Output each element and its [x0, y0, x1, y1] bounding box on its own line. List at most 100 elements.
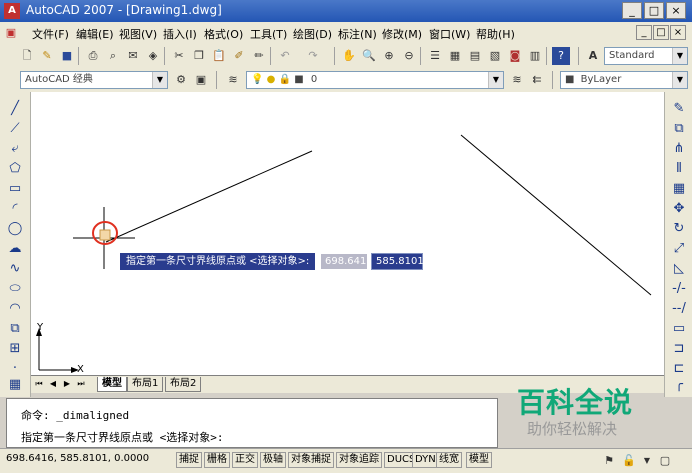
scale-tool-icon[interactable]: ⤢ [670, 240, 688, 258]
ellipse-arc-icon[interactable]: ◠ [6, 300, 24, 318]
drawing-canvas[interactable]: Y X [31, 92, 664, 375]
menu-window[interactable]: 窗口(W) [429, 26, 470, 42]
markup-icon[interactable]: ◙ [506, 47, 524, 65]
menu-draw[interactable]: 绘图(D) [293, 26, 332, 42]
make-block-icon[interactable]: ⊞ [6, 340, 24, 358]
workspace-settings-icon[interactable]: ⚙ [172, 71, 190, 89]
lineweight-toggle[interactable]: 线宽 [436, 452, 462, 468]
command-window[interactable]: 命令: _dimaligned 指定第一条尺寸界线原点或 <选择对象>: [6, 398, 498, 448]
menu-tools[interactable]: 工具(T) [250, 26, 287, 42]
open-folder-icon[interactable]: ✎ [38, 47, 56, 65]
workspace-dropdown[interactable]: AutoCAD 经典 ▼ [20, 71, 168, 89]
rotate-tool-icon[interactable]: ↻ [670, 220, 688, 238]
close-button[interactable]: × [666, 2, 686, 19]
save-icon[interactable]: ■ [58, 47, 76, 65]
fillet-tool-icon[interactable]: ╭ [670, 376, 688, 394]
last-tab-icon[interactable]: ⏭ [75, 378, 87, 390]
dyn-toggle[interactable]: DYN [412, 452, 439, 468]
menu-edit[interactable]: 编辑(E) [76, 26, 114, 42]
clean-screen-icon[interactable]: ▢ [656, 452, 674, 470]
menu-modify[interactable]: 修改(M) [382, 26, 422, 42]
revision-cloud-icon[interactable]: ☁ [6, 240, 24, 258]
zoom-window-icon[interactable]: ⊕ [380, 47, 398, 65]
save-workspace-icon[interactable]: ▣ [192, 71, 210, 89]
drawn-line-1[interactable] [105, 150, 313, 243]
cut-icon[interactable]: ✂ [170, 47, 188, 65]
doc-restore-button[interactable]: □ [653, 25, 669, 40]
command-prompt-line[interactable]: 指定第一条尺寸界线原点或 <选择对象>: [21, 429, 224, 445]
arc-tool-icon[interactable]: ◜ [6, 200, 24, 218]
tab-layout1[interactable]: 布局1 [127, 377, 164, 392]
coordinate-readout[interactable]: 698.6416, 585.8101, 0.0000 [6, 453, 149, 464]
match-properties-icon[interactable]: ✐ [230, 47, 248, 65]
osnap-toggle[interactable]: 对象捕捉 [288, 452, 334, 468]
ortho-toggle[interactable]: 正交 [232, 452, 258, 468]
plot-preview-icon[interactable]: ⌕ [104, 47, 122, 65]
spline-tool-icon[interactable]: ∿ [6, 260, 24, 278]
layer-dropdown[interactable]: 💡 ● 🔒 ■ 0 ▼ [246, 71, 504, 89]
communication-center-icon[interactable]: ⚑ [600, 452, 618, 470]
snap-toggle[interactable]: 捕捉 [176, 452, 202, 468]
menu-dimension[interactable]: 标注(N) [338, 26, 377, 42]
drawn-line-2[interactable] [460, 134, 652, 296]
next-tab-icon[interactable]: ▶ [61, 378, 73, 390]
stretch-tool-icon[interactable]: ◺ [670, 260, 688, 278]
mirror-tool-icon[interactable]: ⋔ [670, 140, 688, 158]
undo-icon[interactable]: ↶ [276, 47, 294, 65]
move-tool-icon[interactable]: ✥ [670, 200, 688, 218]
polar-toggle[interactable]: 极轴 [260, 452, 286, 468]
tool-palettes-icon[interactable]: ▤ [466, 47, 484, 65]
3d-dwf-icon[interactable]: ◈ [144, 47, 162, 65]
offset-tool-icon[interactable]: ⫴ [670, 160, 688, 178]
circle-tool-icon[interactable]: ◯ [6, 220, 24, 238]
sheet-set-icon[interactable]: ▧ [486, 47, 504, 65]
join-tool-icon[interactable]: ⊐ [670, 340, 688, 358]
first-tab-icon[interactable]: ⏮ [33, 378, 45, 390]
zoom-realtime-icon[interactable]: 🔍 [360, 47, 378, 65]
erase-tool-icon[interactable]: ✎ [670, 100, 688, 118]
calculator-icon[interactable]: ▥ [526, 47, 544, 65]
menu-help[interactable]: 帮助(H) [476, 26, 515, 42]
break-tool-icon[interactable]: ▭ [670, 320, 688, 338]
grid-toggle[interactable]: 栅格 [204, 452, 230, 468]
extend-tool-icon[interactable]: --/ [670, 300, 688, 318]
zoom-previous-icon[interactable]: ⊖ [400, 47, 418, 65]
help-icon[interactable]: ? [552, 47, 570, 65]
minimize-button[interactable]: _ [622, 2, 642, 19]
layer-previous-icon[interactable]: ⇇ [528, 71, 546, 89]
pan-icon[interactable]: ✋ [340, 47, 358, 65]
polyline-tool-icon[interactable]: ⤶ [6, 140, 24, 158]
paste-icon[interactable]: 📋 [210, 47, 228, 65]
text-style-dropdown[interactable]: Standard ▼ [604, 47, 688, 65]
block-editor-icon[interactable]: ✏ [250, 47, 268, 65]
menu-file[interactable]: 文件(F) [32, 26, 69, 42]
prev-tab-icon[interactable]: ◀ [47, 378, 59, 390]
model-toggle[interactable]: 模型 [466, 452, 492, 468]
redo-icon[interactable]: ↷ [304, 47, 322, 65]
copy-icon[interactable]: ❐ [190, 47, 208, 65]
drawing-area[interactable]: Y X 指定第一条尺寸界线原点或 <选择对象>: 698.6416 585.81… [31, 92, 664, 375]
layer-properties-icon[interactable]: ≋ [224, 71, 242, 89]
copy-object-icon[interactable]: ⧉ [670, 120, 688, 138]
dynamic-input-x[interactable]: 698.6416 [320, 253, 373, 270]
line-tool-icon[interactable]: ╱ [6, 100, 24, 118]
color-dropdown[interactable]: ■ ByLayer ▼ [560, 71, 688, 89]
make-current-layer-icon[interactable]: ≋ [508, 71, 526, 89]
ellipse-tool-icon[interactable]: ⬭ [6, 280, 24, 298]
design-center-icon[interactable]: ▦ [446, 47, 464, 65]
document-icon[interactable]: ▣ [2, 24, 20, 42]
new-file-icon[interactable]: 🗋 [18, 47, 36, 65]
tab-layout2[interactable]: 布局2 [165, 377, 202, 392]
rectangle-tool-icon[interactable]: ▭ [6, 180, 24, 198]
status-menu-arrow-icon[interactable]: ▼ [638, 452, 656, 470]
trim-tool-icon[interactable]: -/- [670, 280, 688, 298]
insert-block-icon[interactable]: ⧉ [6, 320, 24, 338]
tab-model[interactable]: 模型 [97, 377, 127, 392]
lock-toolbar-icon[interactable]: 🔓 [620, 452, 638, 470]
properties-icon[interactable]: ☰ [426, 47, 444, 65]
otrack-toggle[interactable]: 对象追踪 [336, 452, 382, 468]
dynamic-input-y[interactable]: 585.8101 [371, 253, 424, 270]
menu-view[interactable]: 视图(V) [119, 26, 157, 42]
doc-minimize-button[interactable]: _ [636, 25, 652, 40]
hatch-tool-icon[interactable]: ▦ [6, 376, 24, 394]
